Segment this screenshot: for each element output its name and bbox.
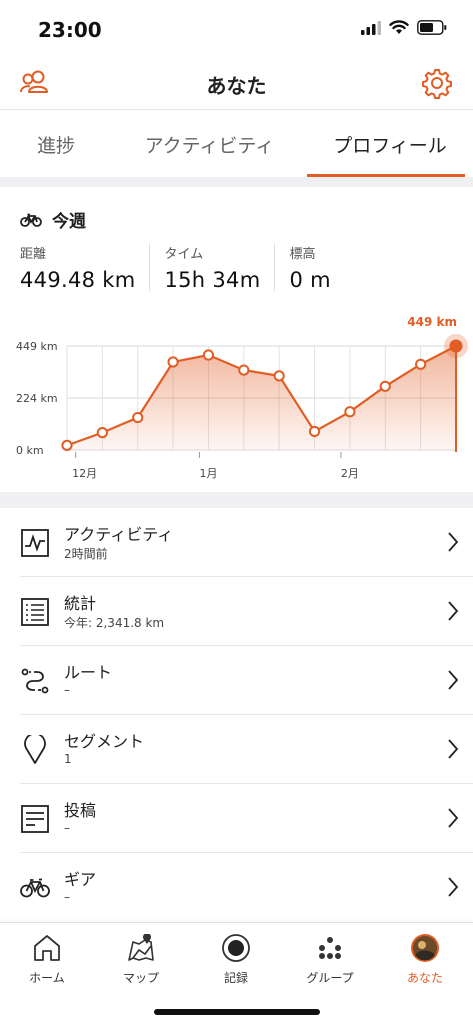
tab-activities[interactable]: アクティビティ — [112, 111, 307, 177]
chart-data-point-highlight — [449, 339, 463, 353]
tabbar-record[interactable]: 記録 — [189, 931, 283, 991]
stat-time: タイム 15h 34m — [164, 243, 276, 292]
stat-label: 標高 — [289, 247, 316, 262]
menu-item-subtitle: 1 — [64, 752, 72, 766]
menu-item-subtitle: – — [64, 821, 70, 835]
bottom-tab-bar: ホーム マップ 記録 グループ あなた — [0, 922, 473, 1024]
chart-data-point — [379, 380, 391, 392]
tabbar-label: 記録 — [223, 971, 248, 985]
chart-data-point — [202, 349, 215, 361]
stat-label: タイム — [164, 247, 204, 262]
chart-x-tick-label: 2月 — [341, 467, 359, 480]
groups-icon — [319, 937, 341, 959]
week-label: 今週 — [52, 212, 86, 232]
chart-data-point — [273, 370, 285, 382]
tabbar-you[interactable]: あなた — [378, 931, 472, 991]
tab-progress[interactable]: 進捗 — [0, 111, 112, 177]
menu-item-posts[interactable]: 投稿 – — [20, 784, 473, 853]
chevron-right-icon — [448, 601, 459, 621]
wifi-icon — [389, 20, 409, 34]
cellular-signal-icon — [361, 20, 381, 35]
chart-data-point — [61, 439, 73, 451]
map-icon — [128, 934, 154, 961]
menu-item-segments[interactable]: セグメント 1 — [20, 715, 473, 784]
tabbar-home[interactable]: ホーム — [0, 931, 94, 991]
record-icon — [222, 934, 250, 962]
menu-item-title: 統計 — [64, 594, 97, 613]
menu-item-gear[interactable]: ギア – — [20, 853, 473, 922]
gear-icon — [422, 69, 452, 99]
chart-x-tick-label: 1月 — [199, 467, 217, 480]
bike-icon — [20, 213, 42, 227]
menu-item-activities[interactable]: アクティビティ 2時間前 — [20, 508, 473, 577]
home-indicator — [154, 1009, 320, 1015]
menu-item-title: ルート — [64, 663, 113, 682]
menu-item-subtitle: 今年: 2,341.8 km — [64, 616, 165, 630]
chevron-right-icon — [448, 877, 459, 897]
menu-item-statistics[interactable]: 統計 今年: 2,341.8 km — [20, 577, 473, 646]
menu-item-title: ギア — [64, 870, 97, 889]
menu-item-title: 投稿 — [64, 801, 97, 820]
chart-y-tick-label: 449 km — [16, 340, 58, 353]
chart-data-point — [167, 356, 179, 368]
location-pin-icon — [24, 735, 46, 764]
weekly-stats: 距離 449.48 km タイム 15h 34m 標高 0 m — [20, 243, 359, 292]
profile-tabs: 進捗 アクティビティ プロフィール — [0, 111, 473, 177]
section-divider — [0, 492, 473, 508]
stat-elevation: 標高 0 m — [289, 243, 344, 292]
stat-value: 449.48 km — [20, 268, 136, 292]
route-icon — [21, 668, 49, 694]
tabbar-label: グループ — [306, 971, 354, 985]
avatar — [411, 934, 439, 962]
weekly-summary-title: 今週 — [20, 207, 86, 232]
post-icon — [21, 805, 49, 833]
stat-label: 距離 — [20, 247, 47, 262]
chart-highlight-label: 449 km — [407, 315, 457, 329]
tabbar-label: マップ — [122, 971, 159, 985]
stat-distance: 距離 449.48 km — [20, 243, 151, 292]
stats-list-icon — [21, 598, 49, 626]
section-divider — [0, 177, 473, 187]
menu-item-title: アクティビティ — [64, 525, 174, 544]
menu-item-subtitle: – — [64, 683, 70, 697]
chart-data-point — [96, 427, 108, 439]
chart-data-point — [132, 411, 144, 424]
activity-chart-icon — [21, 529, 49, 557]
chevron-right-icon — [448, 739, 459, 759]
bike-icon — [20, 878, 50, 898]
menu-item-routes[interactable]: ルート – — [20, 646, 473, 715]
home-icon — [34, 935, 60, 961]
menu-item-subtitle: – — [64, 890, 70, 904]
profile-menu: アクティビティ 2時間前 統計 今年: 2,341.8 km ルート – セグメ… — [0, 508, 473, 922]
menu-item-title: セグメント — [64, 732, 145, 751]
tabbar-groups[interactable]: グループ — [283, 931, 377, 991]
chevron-right-icon — [448, 670, 459, 690]
stat-value: 15h 34m — [164, 268, 261, 292]
chart-y-tick-label: 224 km — [16, 392, 58, 405]
weekly-distance-chart[interactable]: 449 km 224 km 0 km 449 km 12月 1月 2月 — [0, 309, 473, 492]
chevron-right-icon — [448, 808, 459, 828]
chart-y-tick-label: 0 km — [16, 444, 44, 457]
chart-data-point — [415, 358, 427, 370]
tabbar-label: ホーム — [29, 971, 65, 985]
chart-data-point — [308, 425, 321, 438]
status-bar: 23:00 — [0, 0, 473, 58]
menu-item-subtitle: 2時間前 — [64, 547, 108, 561]
stat-value: 0 m — [289, 268, 331, 292]
chart-data-point — [238, 364, 250, 376]
chart-x-tick-label: 12月 — [72, 467, 97, 480]
page-title: あなた — [206, 74, 267, 98]
status-icons — [361, 20, 447, 35]
chart-data-point — [344, 406, 356, 418]
settings-button[interactable] — [421, 67, 453, 99]
app-header: あなた — [0, 58, 473, 110]
status-time: 23:00 — [38, 18, 102, 42]
tab-profile[interactable]: プロフィール — [307, 111, 473, 177]
battery-icon — [417, 20, 447, 35]
tabbar-label: あなた — [406, 971, 443, 985]
chevron-right-icon — [448, 532, 459, 552]
weekly-summary-card[interactable]: 今週 距離 449.48 km タイム 15h 34m 標高 0 m 449 k… — [0, 187, 473, 492]
tabbar-maps[interactable]: マップ — [94, 931, 188, 991]
